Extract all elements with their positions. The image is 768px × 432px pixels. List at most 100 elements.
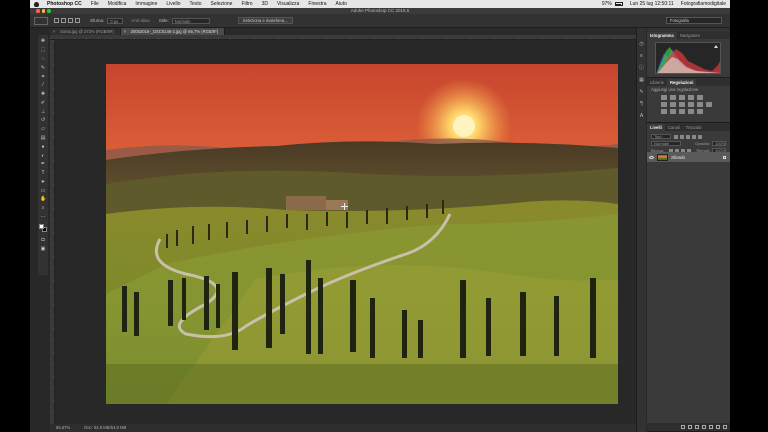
layer-style-icon[interactable] xyxy=(688,425,692,429)
threshold-icon[interactable] xyxy=(679,109,685,114)
color-swatches[interactable] xyxy=(39,224,47,233)
eyedropper-tool-icon[interactable]: ⁄ xyxy=(40,82,46,88)
lasso-tool-icon[interactable]: ◌ xyxy=(40,56,46,62)
move-tool-icon[interactable]: ✥ xyxy=(40,38,46,44)
workspace-switcher[interactable]: Fotografia xyxy=(666,17,722,24)
delete-layer-icon[interactable] xyxy=(723,425,727,429)
layer-thumbnail[interactable] xyxy=(657,153,668,161)
add-selection-icon[interactable] xyxy=(61,18,66,23)
curves-icon[interactable] xyxy=(679,95,685,100)
apple-icon[interactable] xyxy=(34,1,39,7)
style-select[interactable]: Normale xyxy=(171,17,210,24)
tab-paths[interactable]: Tracciati xyxy=(683,124,705,131)
opacity-input[interactable]: 100% xyxy=(712,141,726,146)
quick-select-tool-icon[interactable]: ✎ xyxy=(40,65,46,71)
info-panel-icon[interactable]: ⓘ xyxy=(639,65,645,71)
smart-object-filter-icon[interactable] xyxy=(698,134,702,139)
user-name[interactable]: Fotografiamodigitale xyxy=(681,1,726,7)
antialias-checkbox[interactable]: Anti-alias xyxy=(131,18,150,23)
shape-tool-icon[interactable]: ▭ xyxy=(40,188,46,194)
tab-landscape[interactable]: × 20052016-_DSC6146-2.jpg @ 66,7% (RGB/8… xyxy=(120,28,226,35)
tab-libraries[interactable]: Librerie xyxy=(647,79,667,86)
paragraph-panel-icon[interactable]: ¶ xyxy=(639,101,645,107)
posterize-icon[interactable] xyxy=(670,109,676,114)
zoom-tool-icon[interactable]: ⌕ xyxy=(40,205,46,211)
shape-filter-icon[interactable] xyxy=(692,134,696,139)
add-mask-icon[interactable] xyxy=(695,425,699,429)
color-balance-icon[interactable] xyxy=(670,102,676,107)
battery-icon[interactable] xyxy=(614,2,623,6)
black-white-icon[interactable] xyxy=(679,102,685,107)
subtract-selection-icon[interactable] xyxy=(68,18,73,23)
healing-brush-tool-icon[interactable]: ✚ xyxy=(40,91,46,97)
link-layers-icon[interactable] xyxy=(681,425,685,429)
layer-name[interactable]: Sfondo xyxy=(671,155,685,160)
clone-stamp-tool-icon[interactable]: ⊥ xyxy=(40,109,46,115)
minimize-window-button[interactable] xyxy=(41,9,46,13)
close-tab-icon[interactable]: × xyxy=(53,28,55,35)
close-window-button[interactable] xyxy=(36,9,40,13)
properties-panel-icon[interactable]: ≡ xyxy=(639,53,645,59)
menu-image[interactable]: Immagine xyxy=(135,1,157,7)
menu-select[interactable]: Selezione xyxy=(211,1,233,7)
menu-edit[interactable]: Modifica xyxy=(108,1,127,7)
menu-app[interactable]: Photoshop CC xyxy=(47,1,82,7)
history-panel-icon[interactable]: ◷ xyxy=(639,41,645,47)
brightness-contrast-icon[interactable] xyxy=(661,95,667,100)
new-selection-icon[interactable] xyxy=(54,18,59,23)
pen-tool-icon[interactable]: ✒ xyxy=(40,161,46,167)
dodge-tool-icon[interactable]: ◐ xyxy=(40,153,46,159)
menu-help[interactable]: Aiuto xyxy=(335,1,346,7)
hand-tool-icon[interactable]: ✋ xyxy=(40,196,46,202)
layer-filter-select[interactable]: Tipo xyxy=(651,134,671,139)
visibility-eye-icon[interactable] xyxy=(649,155,654,159)
invert-icon[interactable] xyxy=(661,109,667,114)
path-select-tool-icon[interactable]: ➤ xyxy=(40,179,46,185)
marquee-tool-icon[interactable]: ⬚ xyxy=(40,47,46,53)
crop-tool-icon[interactable]: ⌗ xyxy=(40,74,46,80)
document-image[interactable] xyxy=(106,64,618,404)
layer-item[interactable]: Sfondo xyxy=(647,152,730,162)
selective-color-icon[interactable] xyxy=(697,109,703,114)
menu-view[interactable]: Visualizza xyxy=(277,1,299,7)
close-tab-icon[interactable]: × xyxy=(124,28,126,35)
vibrance-icon[interactable] xyxy=(697,95,703,100)
new-adjustment-icon[interactable] xyxy=(702,425,706,429)
clock[interactable]: Lun 25 lug 12:50:11 xyxy=(630,1,674,7)
tool-preset-picker[interactable] xyxy=(34,16,48,25)
vertical-ruler[interactable] xyxy=(50,40,55,424)
history-brush-tool-icon[interactable]: ↺ xyxy=(40,117,46,123)
menu-window[interactable]: Finestra xyxy=(308,1,326,7)
more-tools-icon[interactable]: ⋯ xyxy=(40,214,46,220)
tab-adjustments[interactable]: Regolazioni xyxy=(666,79,697,86)
zoom-window-button[interactable] xyxy=(47,9,51,13)
intersect-selection-icon[interactable] xyxy=(75,18,80,23)
levels-icon[interactable] xyxy=(670,95,676,100)
screen-mode-icon[interactable]: ▣ xyxy=(40,246,46,252)
lock-icon[interactable] xyxy=(723,155,726,159)
new-group-icon[interactable] xyxy=(709,425,713,429)
exposure-icon[interactable] xyxy=(688,95,694,100)
hue-saturation-icon[interactable] xyxy=(661,102,667,107)
eraser-tool-icon[interactable]: ▱ xyxy=(40,126,46,132)
character-panel-icon[interactable]: A xyxy=(639,113,645,119)
menu-layer[interactable]: Livello xyxy=(166,1,180,7)
menu-type[interactable]: Testo xyxy=(190,1,202,7)
gradient-tool-icon[interactable]: ▤ xyxy=(40,135,46,141)
foreground-color[interactable] xyxy=(39,224,44,230)
channel-mixer-icon[interactable] xyxy=(697,102,703,107)
blend-mode-select[interactable]: Normale xyxy=(651,141,681,146)
tab-navigator[interactable]: Navigatore xyxy=(677,32,703,39)
blur-tool-icon[interactable]: ● xyxy=(40,144,46,150)
menu-file[interactable]: File xyxy=(91,1,99,7)
new-layer-icon[interactable] xyxy=(716,425,720,429)
feather-input[interactable]: 0 px xyxy=(107,17,124,24)
brush-panel-icon[interactable]: ✎ xyxy=(639,89,645,95)
type-filter-icon[interactable] xyxy=(686,134,690,139)
type-tool-icon[interactable]: T xyxy=(40,170,46,176)
doc-size[interactable]: Doc: 54,9 MB/54,9 MB xyxy=(84,424,126,432)
menu-3d[interactable]: 3D xyxy=(262,1,268,7)
canvas-area[interactable] xyxy=(50,35,636,424)
brush-tool-icon[interactable]: ✐ xyxy=(40,100,46,106)
tab-layers[interactable]: Livelli xyxy=(647,124,665,131)
